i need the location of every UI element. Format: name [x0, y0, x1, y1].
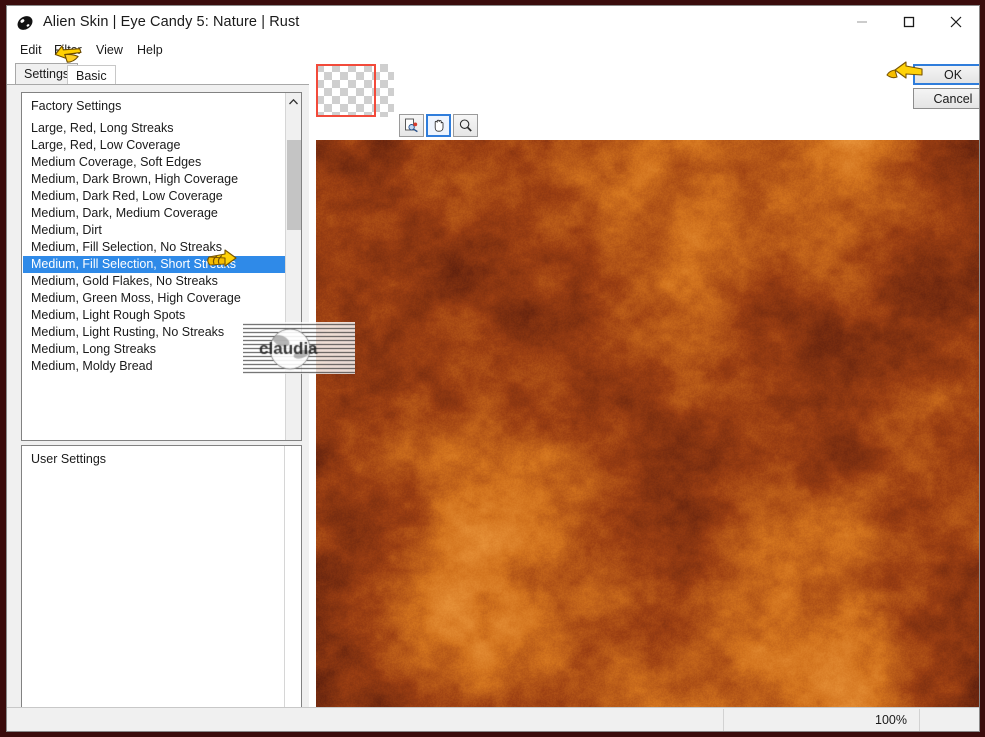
preset-list-item[interactable]: Large, Red, Low Coverage: [23, 137, 285, 154]
cancel-button[interactable]: Cancel: [913, 88, 979, 109]
eyedropper-tool-icon[interactable]: [399, 114, 424, 137]
factory-settings-list[interactable]: Large, Red, Long Streaks Large, Red, Low …: [23, 120, 285, 375]
preset-list-item[interactable]: Medium, Dark, Medium Coverage: [23, 205, 285, 222]
title-bar: Alien Skin | Eye Candy 5: Nature | Rust: [7, 6, 979, 39]
preset-list-item[interactable]: Medium, Dirt: [23, 222, 285, 239]
preset-list-item[interactable]: Medium, Moldy Bread: [23, 358, 285, 375]
outer-frame: Alien Skin | Eye Candy 5: Nature | Rust: [0, 0, 985, 737]
status-message: [7, 709, 723, 731]
preset-list-item[interactable]: Medium, Gold Flakes, No Streaks: [23, 273, 285, 290]
preset-list-item[interactable]: Medium, Dark Brown, High Coverage: [23, 171, 285, 188]
tab-strip: Settings Basic: [7, 61, 309, 85]
menu-item-filter[interactable]: Filter: [50, 41, 86, 60]
close-icon: [950, 16, 962, 28]
minimize-icon: [857, 21, 867, 23]
ok-button[interactable]: OK: [913, 64, 979, 85]
factory-list-scrollbar[interactable]: [285, 93, 301, 440]
status-bar: 100%: [7, 707, 979, 731]
maximize-icon: [903, 16, 915, 28]
settings-panel: Settings Basic Factory Settings Large, R…: [7, 61, 309, 728]
preset-list-item[interactable]: Medium, Fill Selection, No Streaks: [23, 239, 285, 256]
chevron-up-icon[interactable]: [286, 93, 301, 110]
alien-skin-logo-icon: [15, 13, 35, 33]
tab-basic[interactable]: Basic: [67, 65, 116, 85]
close-button[interactable]: [933, 6, 979, 38]
menu-item-help[interactable]: Help: [133, 41, 167, 60]
factory-settings-listbox[interactable]: Factory Settings Large, Red, Long Streak…: [21, 92, 302, 441]
preview-panel: OK Cancel: [309, 61, 979, 714]
user-settings-listbox[interactable]: User Settings: [21, 445, 302, 728]
scrollbar-thumb[interactable]: [287, 140, 301, 230]
factory-settings-header: Factory Settings: [31, 99, 122, 113]
preset-list-item[interactable]: Medium, Green Moss, High Coverage: [23, 290, 285, 307]
preset-list-item[interactable]: Medium, Light Rusting, No Streaks: [23, 324, 285, 341]
transparency-checkerboard-thumbnail[interactable]: [316, 64, 394, 117]
zoom-magnifier-tool-icon[interactable]: [453, 114, 478, 137]
preset-list-item[interactable]: Medium, Light Rough Spots: [23, 307, 285, 324]
preset-list-item[interactable]: Large, Red, Long Streaks: [23, 120, 285, 137]
user-list-scrollbar: [284, 446, 285, 727]
zoom-level-indicator[interactable]: 100%: [723, 709, 919, 731]
preset-list-item[interactable]: Medium, Fill Selection, Short Streaks: [23, 256, 285, 273]
status-right-cell: [919, 709, 979, 731]
preset-list-item[interactable]: Medium Coverage, Soft Edges: [23, 154, 285, 171]
preset-list-item[interactable]: Medium, Long Streaks: [23, 341, 285, 358]
menu-item-view[interactable]: View: [92, 41, 127, 60]
preview-toolbar: [399, 114, 478, 137]
menu-item-edit[interactable]: Edit: [16, 41, 46, 60]
rust-preview-image[interactable]: [316, 140, 979, 714]
user-settings-header: User Settings: [31, 452, 107, 466]
hand-pan-tool-icon[interactable]: [426, 114, 451, 137]
plugin-window: Alien Skin | Eye Candy 5: Nature | Rust: [6, 5, 980, 732]
tab-underline: [7, 84, 309, 85]
window-title: Alien Skin | Eye Candy 5: Nature | Rust: [43, 14, 300, 30]
maximize-button[interactable]: [886, 6, 932, 38]
menu-bar: Edit Filter View Help: [7, 39, 979, 61]
minimize-button[interactable]: [839, 6, 885, 38]
preset-list-item[interactable]: Medium, Dark Red, Low Coverage: [23, 188, 285, 205]
